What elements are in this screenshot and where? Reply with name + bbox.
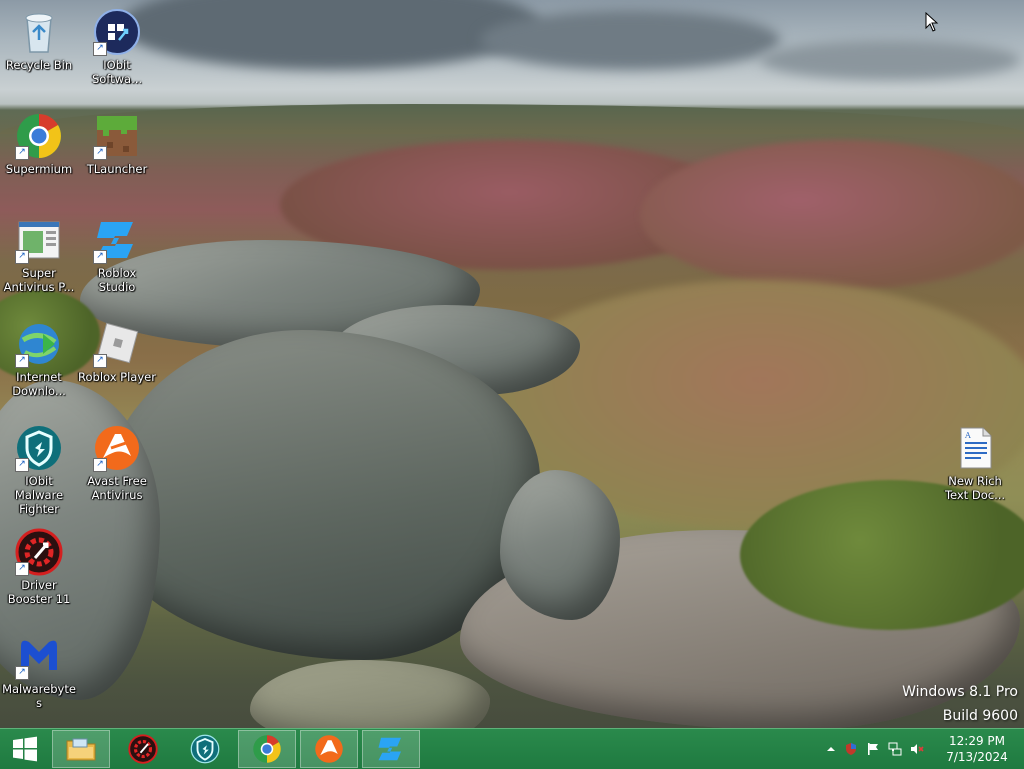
- windows-edition-watermark: Windows 8.1 Pro: [902, 684, 1018, 700]
- avast-icon: ↗: [93, 424, 141, 472]
- shortcut-arrow-icon: ↗: [93, 354, 107, 368]
- desktop-icon-recycle-bin[interactable]: Recycle Bin: [0, 8, 78, 72]
- taskbar-avast[interactable]: [300, 730, 358, 768]
- taskbar-supermium[interactable]: [238, 730, 296, 768]
- rich-text-document-icon: A: [951, 424, 999, 472]
- shortcut-arrow-icon: ↗: [93, 458, 107, 472]
- roblox-studio-icon: ↗: [93, 216, 141, 264]
- desktop-icon-label: Recycle Bin: [5, 58, 73, 72]
- taskbar-iobit-malware-fighter[interactable]: [176, 730, 234, 768]
- wallpaper-heather: [640, 140, 1024, 290]
- avast-icon: [315, 735, 343, 763]
- wallpaper-moss: [740, 480, 1024, 630]
- desktop-icon-label: Super Antivirus P...: [3, 266, 75, 294]
- desktop-icon-supermium[interactable]: ↗ Supermium: [0, 112, 78, 176]
- security-shield-icon[interactable]: [844, 741, 858, 755]
- desktop-icon-super-antivirus[interactable]: ↗ Super Antivirus P...: [0, 216, 78, 294]
- taskbar-driver-booster[interactable]: [114, 730, 172, 768]
- super-antivirus-icon: ↗: [15, 216, 63, 264]
- desktop-icon-label: Roblox Studio: [97, 266, 137, 294]
- clock-date: 7/13/2024: [946, 750, 1008, 764]
- desktop-icon-driver-booster[interactable]: ↗ Driver Booster 11: [0, 528, 78, 606]
- desktop-icon-roblox-studio[interactable]: ↗ Roblox Studio: [78, 216, 156, 294]
- desktop-icon-label: Driver Booster 11: [7, 578, 71, 606]
- desktop-icon-label: TLauncher: [86, 162, 148, 176]
- volume-muted-icon[interactable]: [910, 741, 924, 755]
- windows-logo-icon: [13, 736, 37, 762]
- iobit-malware-fighter-icon: ↗: [15, 424, 63, 472]
- shortcut-arrow-icon: ↗: [15, 250, 29, 264]
- supermium-icon: ↗: [15, 112, 63, 160]
- wallpaper-cloud: [760, 40, 1020, 80]
- shortcut-arrow-icon: ↗: [93, 250, 107, 264]
- roblox-player-icon: ↗: [93, 320, 141, 368]
- wallpaper-cloud: [480, 10, 780, 70]
- desktop-wallpaper[interactable]: Recycle Bin ↗ IObit Softwa... ↗ Supermiu…: [0, 0, 1024, 728]
- desktop-icon-label: Internet Downlo...: [12, 370, 66, 398]
- desktop-icon-roblox-player[interactable]: ↗ Roblox Player: [78, 320, 156, 384]
- wallpaper-rock: [250, 660, 490, 728]
- recycle-bin-icon: [15, 8, 63, 56]
- desktop-icon-label: Avast Free Antivirus: [87, 474, 147, 502]
- desktop-icon-label: IObit Softwa...: [91, 58, 143, 86]
- supermium-icon: [253, 735, 281, 763]
- desktop-icon-label: IObit Malware Fighter: [14, 474, 64, 516]
- internet-download-manager-icon: ↗: [15, 320, 63, 368]
- shortcut-arrow-icon: ↗: [15, 354, 29, 368]
- action-center-flag-icon[interactable]: [866, 741, 880, 755]
- taskbar[interactable]: 12:29 PM 7/13/2024: [0, 728, 1024, 769]
- iobit-malware-fighter-icon: [190, 734, 220, 764]
- shortcut-arrow-icon: ↗: [15, 562, 29, 576]
- taskbar-clock[interactable]: 12:29 PM 7/13/2024: [942, 733, 1012, 765]
- desktop-icon-tlauncher[interactable]: ↗ TLauncher: [78, 112, 156, 176]
- malwarebytes-icon: ↗: [15, 632, 63, 680]
- taskbar-file-explorer[interactable]: [52, 730, 110, 768]
- desktop-icon-internet-download-manager[interactable]: ↗ Internet Downlo...: [0, 320, 78, 398]
- windows-build-watermark: Build 9600: [942, 708, 1018, 724]
- driver-booster-icon: ↗: [15, 528, 63, 576]
- start-button[interactable]: [0, 730, 50, 768]
- network-icon[interactable]: [888, 741, 902, 756]
- iobit-software-icon: ↗: [93, 8, 141, 56]
- desktop-icon-iobit-malware-fighter[interactable]: ↗ IObit Malware Fighter: [0, 424, 78, 516]
- desktop-icon-avast[interactable]: ↗ Avast Free Antivirus: [78, 424, 156, 502]
- tlauncher-icon: ↗: [93, 112, 141, 160]
- shortcut-arrow-icon: ↗: [15, 146, 29, 160]
- shortcut-arrow-icon: ↗: [93, 42, 107, 56]
- desktop-icon-iobit-software[interactable]: ↗ IObit Softwa...: [78, 8, 156, 86]
- show-hidden-icons-icon[interactable]: [824, 741, 838, 755]
- desktop-icon-label: New Rich Text Doc...: [944, 474, 1006, 502]
- clock-time: 12:29 PM: [949, 734, 1005, 748]
- desktop-icon-label: Supermium: [5, 162, 73, 176]
- folder-icon: [66, 738, 96, 761]
- shortcut-arrow-icon: ↗: [93, 146, 107, 160]
- desktop-icon-label: Roblox Player: [78, 370, 156, 384]
- desktop-icon-label: Malwarebytes: [2, 682, 76, 710]
- shortcut-arrow-icon: ↗: [15, 666, 29, 680]
- taskbar-roblox-studio[interactable]: [362, 730, 420, 768]
- wallpaper-cloud: [120, 0, 540, 70]
- shortcut-arrow-icon: ↗: [15, 458, 29, 472]
- driver-booster-icon: [128, 734, 158, 764]
- roblox-studio-icon: [378, 737, 401, 761]
- system-tray: 12:29 PM 7/13/2024: [814, 729, 1024, 769]
- svg-text:A: A: [964, 431, 971, 440]
- desktop-icon-malwarebytes[interactable]: ↗ Malwarebytes: [0, 632, 78, 710]
- wallpaper-rock: [500, 470, 620, 620]
- desktop-icon-new-rich-text-document[interactable]: A New Rich Text Doc...: [936, 424, 1014, 502]
